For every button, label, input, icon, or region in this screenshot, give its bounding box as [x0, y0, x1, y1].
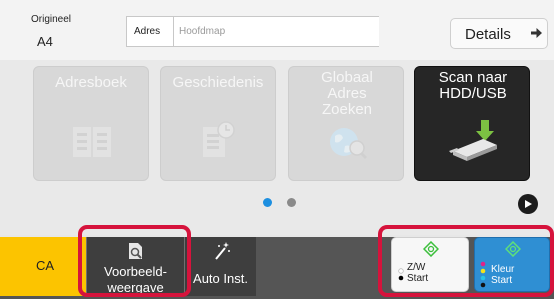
tile-address-book: Adresboek [33, 66, 149, 181]
auto-settings-label: Auto Inst. [193, 271, 248, 286]
ca-button[interactable]: CA [0, 237, 86, 296]
history-icon [203, 121, 235, 157]
usb-drive-icon [449, 120, 497, 161]
tile-global-address-search-label: Globaal Adres Zoeken [321, 69, 373, 118]
address-field[interactable]: Adres [126, 16, 379, 47]
details-button[interactable]: Details [450, 18, 548, 49]
tile-history: Geschiedenis [160, 66, 276, 181]
top-bar: Origineel A4 Adres Details [0, 0, 554, 60]
ca-label: CA [36, 258, 55, 273]
play-icon [525, 200, 532, 208]
auto-settings-button[interactable]: Auto Inst. [184, 237, 256, 296]
tile-scan-to-hdd-usb[interactable]: Scan naar HDD/USB [414, 66, 530, 181]
next-page-button[interactable] [518, 194, 538, 214]
tile-address-book-label: Adresboek [55, 74, 127, 91]
magic-wand-icon [215, 242, 230, 260]
global-search-icon [330, 128, 368, 160]
tile-global-address-search: Globaal Adres Zoeken [288, 66, 404, 181]
address-label: Adres [134, 26, 161, 37]
page-indicator[interactable] [287, 198, 296, 207]
tile-scan-to-hdd-usb-label: Scan naar HDD/USB [438, 69, 508, 102]
address-input[interactable] [173, 17, 379, 46]
arrow-right-icon [531, 28, 542, 38]
original-size-value[interactable]: A4 [37, 34, 53, 49]
tile-history-label: Geschiedenis [172, 74, 264, 91]
original-label: Origineel [31, 14, 72, 25]
address-book-icon [73, 127, 111, 157]
page-indicator-active[interactable] [263, 198, 272, 207]
scan-screen: Origineel A4 Adres Details Adresboek [0, 0, 554, 299]
preview-highlight-frame [78, 225, 191, 297]
details-label: Details [465, 26, 511, 43]
start-highlight-frame [378, 225, 554, 297]
